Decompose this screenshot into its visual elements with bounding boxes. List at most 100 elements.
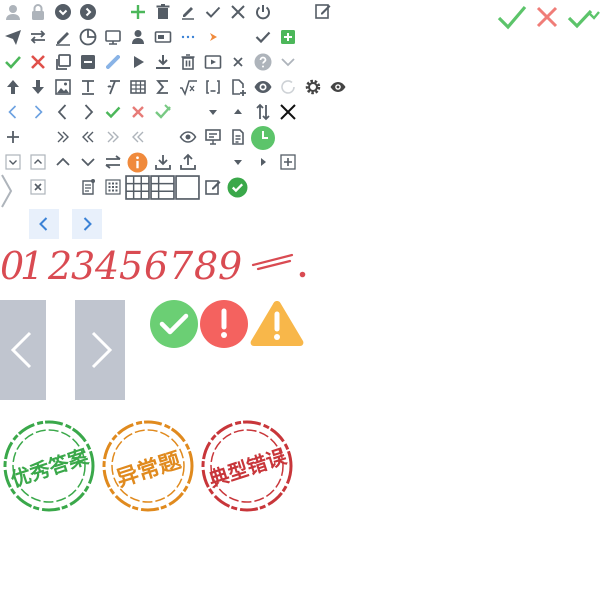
double-check-icon (566, 4, 600, 32)
send-icon[interactable] (3, 27, 23, 47)
caret-right-icon[interactable] (253, 152, 273, 172)
check-icon[interactable] (203, 2, 223, 22)
eye-icon[interactable] (178, 127, 198, 147)
sigma-icon[interactable] (153, 77, 173, 97)
chevron-down-icon[interactable] (78, 152, 98, 172)
more-dots-icon[interactable] (178, 27, 198, 47)
switch-icon[interactable] (103, 152, 123, 172)
carousel-prev-button[interactable] (0, 300, 46, 400)
large-close-icon (535, 5, 559, 29)
digit: 2 (48, 244, 73, 288)
arrow-up-icon[interactable] (3, 77, 23, 97)
help-circle-icon[interactable] (253, 52, 273, 72)
caret-down-icon[interactable] (203, 102, 223, 122)
double-chevron-left-icon[interactable] (128, 127, 148, 147)
download-icon[interactable] (153, 152, 173, 172)
double-chevron-right-icon[interactable] (103, 127, 123, 147)
success-circle-icon (227, 177, 248, 198)
presentation-icon[interactable] (203, 127, 223, 147)
italic-text-icon[interactable] (103, 77, 123, 97)
video-icon[interactable] (203, 52, 223, 72)
plus-box-icon[interactable] (278, 152, 298, 172)
document-icon[interactable] (228, 127, 248, 147)
trash-icon[interactable] (178, 52, 198, 72)
chevron-right-circle-icon[interactable] (78, 2, 98, 22)
chevron-left-icon[interactable] (3, 102, 23, 122)
edit-square-icon[interactable] (313, 1, 333, 21)
upload-icon[interactable] (178, 152, 198, 172)
image-icon[interactable] (53, 77, 73, 97)
plus-icon[interactable] (128, 2, 148, 22)
double-chevron-right-icon[interactable] (53, 127, 73, 147)
minus-square-icon[interactable] (78, 52, 98, 72)
close-icon[interactable] (278, 102, 298, 122)
power-icon[interactable] (253, 2, 273, 22)
caret-down-icon[interactable] (228, 152, 248, 172)
double-chevron-left-icon[interactable] (78, 127, 98, 147)
play-icon[interactable] (128, 52, 148, 72)
close-box-icon[interactable] (28, 177, 48, 197)
edit-pencil-icon[interactable] (178, 2, 198, 22)
close-icon[interactable] (128, 102, 148, 122)
user-icon (3, 2, 23, 22)
plus-icon[interactable] (3, 127, 23, 147)
arrow-right-small-icon[interactable] (203, 27, 223, 47)
person-icon[interactable] (128, 27, 148, 47)
plus-square-icon[interactable] (278, 27, 298, 47)
table-rows-icon[interactable] (150, 175, 175, 200)
arrow-down-icon[interactable] (28, 77, 48, 97)
pen-icon[interactable] (53, 27, 73, 47)
chevron-left-icon[interactable] (53, 102, 73, 122)
table-icon[interactable] (128, 77, 148, 97)
collapse-up-icon[interactable] (28, 152, 48, 172)
handwritten-dot-mark (299, 271, 306, 278)
trash-icon[interactable] (153, 2, 173, 22)
card-icon[interactable] (153, 27, 173, 47)
close-icon[interactable] (228, 2, 248, 22)
chevron-left-icon (10, 331, 32, 369)
square-root-icon[interactable] (178, 77, 198, 97)
add-file-icon[interactable] (228, 77, 248, 97)
report-icon[interactable] (78, 177, 98, 197)
page-next-button[interactable] (72, 209, 102, 239)
monitor-icon[interactable] (103, 27, 123, 47)
close-small-icon[interactable] (228, 52, 248, 72)
digit: 7 (169, 244, 194, 288)
digit: 6 (144, 244, 169, 288)
chevron-down-icon[interactable] (278, 52, 298, 72)
collapse-down-icon[interactable] (3, 152, 23, 172)
chevron-up-icon[interactable] (53, 152, 73, 172)
download-icon[interactable] (153, 52, 173, 72)
handwritten-dash-mark (250, 250, 295, 272)
carousel-next-button[interactable] (75, 300, 125, 400)
loading-ring-icon (278, 77, 298, 97)
copy-icon[interactable] (53, 52, 73, 72)
chevron-right-icon[interactable] (78, 102, 98, 122)
blank-bracket-icon[interactable] (203, 77, 223, 97)
table-grid-icon[interactable] (125, 175, 150, 200)
chevron-right-icon[interactable] (28, 102, 48, 122)
partial-check-icon[interactable] (153, 102, 173, 122)
eye-icon[interactable] (328, 77, 348, 97)
blank-box-icon[interactable] (175, 175, 200, 200)
edit-square-icon[interactable] (203, 177, 223, 197)
text-icon[interactable] (78, 77, 98, 97)
caret-up-icon[interactable] (228, 102, 248, 122)
page-prev-button[interactable] (29, 209, 59, 239)
swap-icon[interactable] (28, 27, 48, 47)
digit: 3 (71, 244, 96, 288)
pie-chart-icon[interactable] (78, 27, 98, 47)
chevron-down-circle-icon[interactable] (53, 2, 73, 22)
chevron-right-icon[interactable] (0, 173, 14, 209)
grid-icon[interactable] (103, 177, 123, 197)
link-icon[interactable] (103, 52, 123, 72)
close-icon[interactable] (28, 52, 48, 72)
clock-icon[interactable] (250, 125, 276, 151)
check-icon[interactable] (103, 102, 123, 122)
check-icon[interactable] (3, 52, 23, 72)
info-circle-icon[interactable] (127, 152, 148, 173)
sort-icon[interactable] (253, 102, 273, 122)
gear-icon[interactable] (303, 77, 323, 97)
eye-icon[interactable] (253, 77, 273, 97)
check-icon[interactable] (253, 27, 273, 47)
